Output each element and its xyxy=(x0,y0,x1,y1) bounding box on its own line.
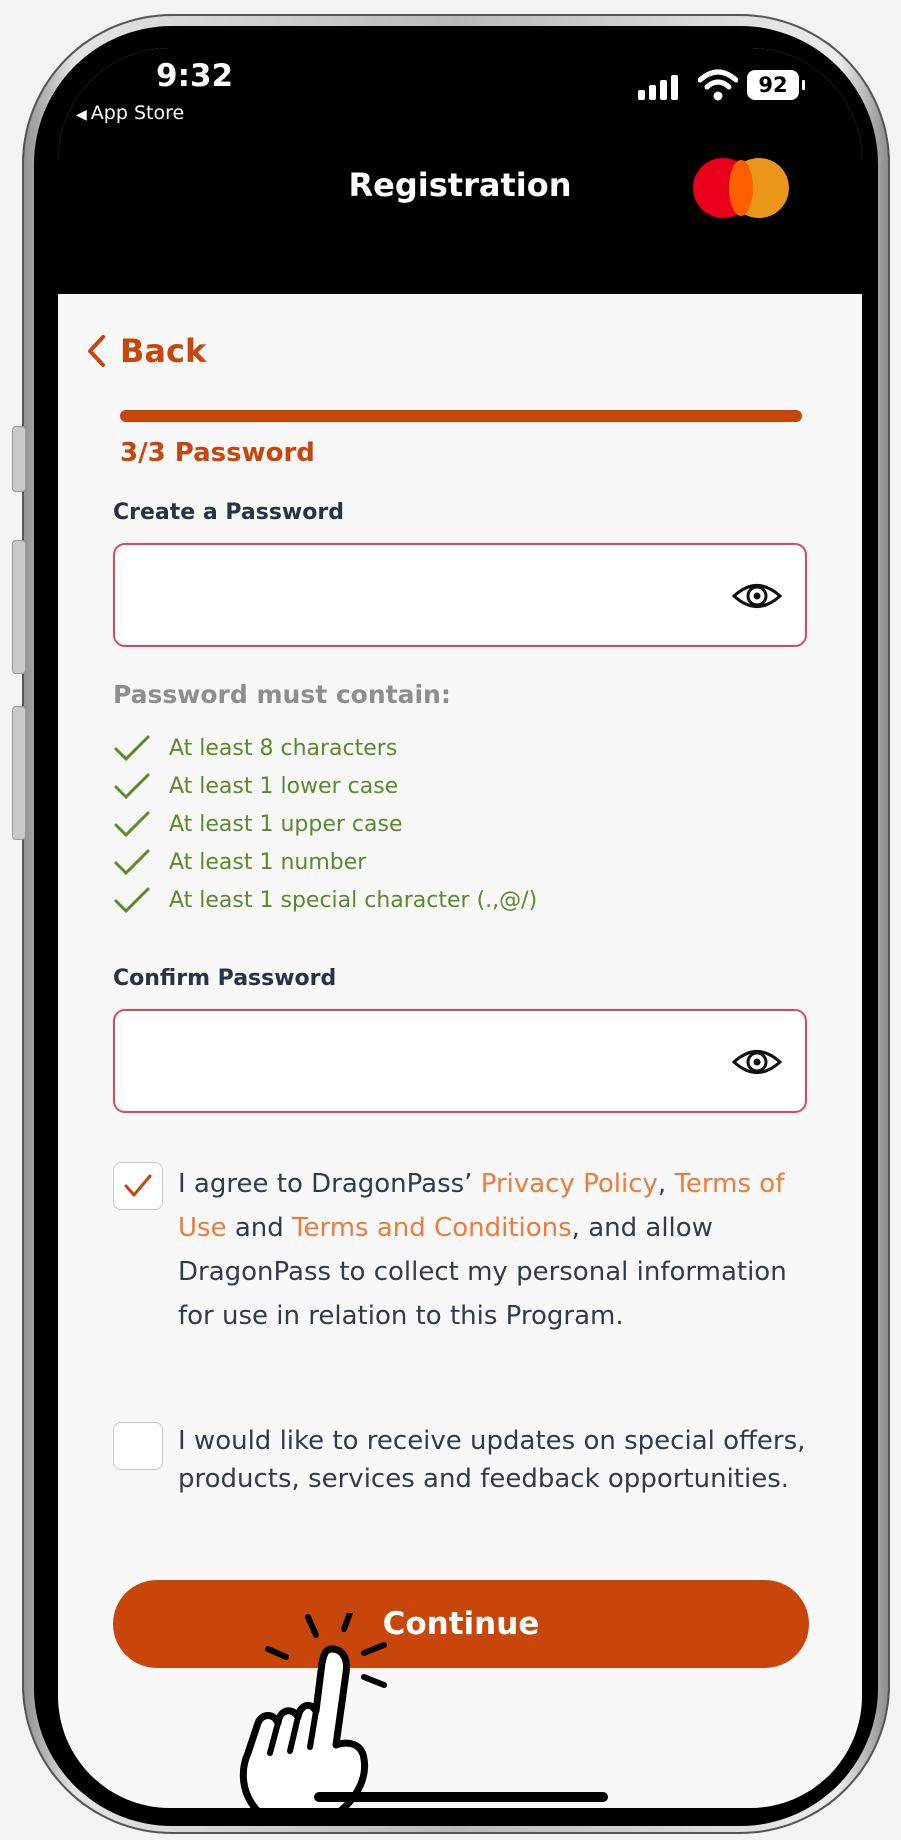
phone-screen: 9:32 ◀ App Store 92 Registration Back 3/3… xyxy=(58,48,862,1808)
check-icon xyxy=(114,849,150,876)
back-triangle-icon: ◀ xyxy=(76,107,87,123)
requirement-item: At least 1 special character (.,@/) xyxy=(113,886,537,914)
volume-down-button xyxy=(12,706,26,840)
chevron-left-icon xyxy=(88,335,105,367)
tap-hand-icon xyxy=(239,1613,387,1808)
password-input[interactable] xyxy=(113,543,807,647)
marketing-checkbox[interactable] xyxy=(113,1422,163,1470)
confirm-password-label: Confirm Password xyxy=(113,966,337,991)
privacy-policy-link[interactable]: Privacy Policy xyxy=(481,1169,658,1199)
terms-and-conditions-link[interactable]: Terms and Conditions xyxy=(292,1213,572,1243)
back-button[interactable]: Back xyxy=(86,332,206,370)
requirement-item: At least 1 number xyxy=(113,848,366,876)
step-label: 3/3 Password xyxy=(120,438,315,468)
continue-button[interactable]: Continue xyxy=(113,1580,809,1668)
requirement-text: At least 1 special character (.,@/) xyxy=(169,887,538,913)
requirement-item: At least 1 upper case xyxy=(113,810,403,838)
battery-icon: 92 xyxy=(747,70,805,100)
consent-text: I agree to DragonPass’ Privacy Policy, T… xyxy=(178,1162,818,1338)
requirement-text: At least 8 characters xyxy=(169,735,398,761)
show-password-eye-icon[interactable] xyxy=(731,1045,783,1079)
home-indicator[interactable] xyxy=(314,1792,608,1802)
check-icon xyxy=(114,735,150,762)
check-icon xyxy=(114,887,150,914)
show-password-eye-icon[interactable] xyxy=(731,579,783,613)
check-icon xyxy=(114,811,150,838)
status-time: 9:32 xyxy=(156,58,234,94)
progress-bar xyxy=(120,410,802,422)
requirement-item: At least 1 lower case xyxy=(113,772,398,800)
requirement-text: At least 1 number xyxy=(169,849,367,875)
requirement-text: At least 1 lower case xyxy=(169,773,399,799)
back-label: Back xyxy=(120,332,207,370)
mastercard-logo xyxy=(693,158,793,222)
requirement-text: At least 1 upper case xyxy=(169,811,403,837)
checkmark-icon xyxy=(124,1174,152,1197)
consent-text-3: and xyxy=(226,1213,293,1243)
consent-text-2: , xyxy=(657,1169,675,1199)
consent-text-1: I agree to DragonPass’ xyxy=(178,1169,481,1199)
wifi-icon xyxy=(698,69,738,101)
silent-switch xyxy=(12,426,26,492)
app-header: 9:32 ◀ App Store 92 Registration xyxy=(58,48,862,294)
confirm-password-input[interactable] xyxy=(113,1009,807,1113)
marketing-text: I would like to receive updates on speci… xyxy=(178,1426,806,1494)
volume-up-button xyxy=(12,540,26,674)
password-label: Create a Password xyxy=(113,500,344,525)
back-to-app-store[interactable]: ◀ App Store xyxy=(76,102,184,124)
cellular-signal-icon xyxy=(638,74,690,100)
requirement-item: At least 8 characters xyxy=(113,734,397,762)
password-requirements-title: Password must contain: xyxy=(113,680,451,709)
check-icon xyxy=(114,773,150,800)
consent-checkbox[interactable] xyxy=(113,1162,163,1210)
back-app-label: App Store xyxy=(90,102,185,124)
